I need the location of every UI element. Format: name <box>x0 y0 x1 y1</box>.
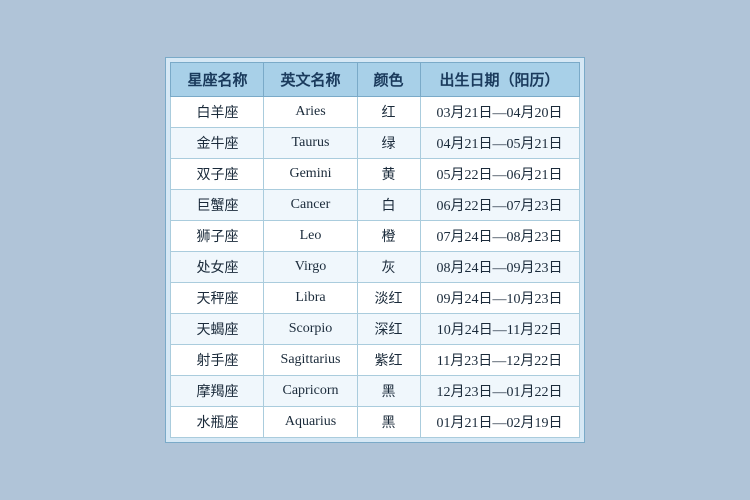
table-row: 双子座Gemini黄05月22日—06月21日 <box>171 159 579 190</box>
cell-color: 紫红 <box>357 345 420 376</box>
cell-english-name: Capricorn <box>264 376 357 407</box>
table-row: 处女座Virgo灰08月24日—09月23日 <box>171 252 579 283</box>
header-dates: 出生日期（阳历） <box>420 63 579 97</box>
cell-chinese-name: 白羊座 <box>171 97 264 128</box>
cell-color: 黄 <box>357 159 420 190</box>
cell-color: 红 <box>357 97 420 128</box>
cell-english-name: Scorpio <box>264 314 357 345</box>
table-row: 狮子座Leo橙07月24日—08月23日 <box>171 221 579 252</box>
cell-dates: 09月24日—10月23日 <box>420 283 579 314</box>
cell-chinese-name: 狮子座 <box>171 221 264 252</box>
cell-dates: 05月22日—06月21日 <box>420 159 579 190</box>
cell-dates: 11月23日—12月22日 <box>420 345 579 376</box>
cell-english-name: Aquarius <box>264 407 357 438</box>
cell-chinese-name: 摩羯座 <box>171 376 264 407</box>
cell-dates: 04月21日—05月21日 <box>420 128 579 159</box>
header-chinese-name: 星座名称 <box>171 63 264 97</box>
cell-english-name: Sagittarius <box>264 345 357 376</box>
table-row: 天秤座Libra淡红09月24日—10月23日 <box>171 283 579 314</box>
cell-color: 深红 <box>357 314 420 345</box>
cell-color: 淡红 <box>357 283 420 314</box>
cell-chinese-name: 处女座 <box>171 252 264 283</box>
cell-color: 黑 <box>357 407 420 438</box>
cell-color: 灰 <box>357 252 420 283</box>
cell-english-name: Cancer <box>264 190 357 221</box>
table-row: 射手座Sagittarius紫红11月23日—12月22日 <box>171 345 579 376</box>
cell-chinese-name: 水瓶座 <box>171 407 264 438</box>
table-header-row: 星座名称 英文名称 颜色 出生日期（阳历） <box>171 63 579 97</box>
table-row: 水瓶座Aquarius黑01月21日—02月19日 <box>171 407 579 438</box>
cell-english-name: Taurus <box>264 128 357 159</box>
table-row: 白羊座Aries红03月21日—04月20日 <box>171 97 579 128</box>
cell-chinese-name: 天蝎座 <box>171 314 264 345</box>
table-body: 白羊座Aries红03月21日—04月20日金牛座Taurus绿04月21日—0… <box>171 97 579 438</box>
cell-english-name: Leo <box>264 221 357 252</box>
cell-color: 橙 <box>357 221 420 252</box>
table-row: 天蝎座Scorpio深红10月24日—11月22日 <box>171 314 579 345</box>
cell-chinese-name: 双子座 <box>171 159 264 190</box>
cell-chinese-name: 天秤座 <box>171 283 264 314</box>
cell-dates: 01月21日—02月19日 <box>420 407 579 438</box>
cell-chinese-name: 巨蟹座 <box>171 190 264 221</box>
cell-english-name: Aries <box>264 97 357 128</box>
cell-chinese-name: 金牛座 <box>171 128 264 159</box>
table-row: 摩羯座Capricorn黑12月23日—01月22日 <box>171 376 579 407</box>
table-row: 巨蟹座Cancer白06月22日—07月23日 <box>171 190 579 221</box>
cell-color: 绿 <box>357 128 420 159</box>
cell-color: 黑 <box>357 376 420 407</box>
zodiac-table: 星座名称 英文名称 颜色 出生日期（阳历） 白羊座Aries红03月21日—04… <box>170 62 579 438</box>
cell-english-name: Virgo <box>264 252 357 283</box>
table-row: 金牛座Taurus绿04月21日—05月21日 <box>171 128 579 159</box>
cell-dates: 06月22日—07月23日 <box>420 190 579 221</box>
cell-dates: 03月21日—04月20日 <box>420 97 579 128</box>
header-color: 颜色 <box>357 63 420 97</box>
table-wrapper: 星座名称 英文名称 颜色 出生日期（阳历） 白羊座Aries红03月21日—04… <box>165 57 584 443</box>
header-english-name: 英文名称 <box>264 63 357 97</box>
cell-dates: 08月24日—09月23日 <box>420 252 579 283</box>
cell-color: 白 <box>357 190 420 221</box>
cell-chinese-name: 射手座 <box>171 345 264 376</box>
cell-english-name: Gemini <box>264 159 357 190</box>
cell-dates: 12月23日—01月22日 <box>420 376 579 407</box>
cell-dates: 10月24日—11月22日 <box>420 314 579 345</box>
cell-english-name: Libra <box>264 283 357 314</box>
cell-dates: 07月24日—08月23日 <box>420 221 579 252</box>
